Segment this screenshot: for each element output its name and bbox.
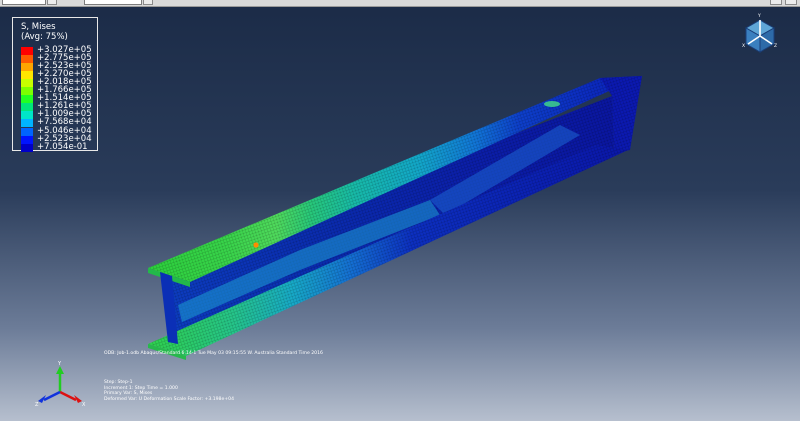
step-info: Step: Step-1 Increment 1: Step Time = 1.… bbox=[104, 380, 234, 402]
contour-legend: S, Mises (Avg: 75%) +3.027e+05 +2.775e+05… bbox=[12, 17, 98, 152]
view-cube-x-label: X bbox=[742, 44, 746, 49]
load-point-marker bbox=[544, 101, 560, 107]
triad-axes-icon bbox=[38, 366, 82, 403]
legend-swatch bbox=[21, 54, 33, 63]
legend-title: S, Mises bbox=[21, 22, 56, 32]
legend-swatch bbox=[21, 62, 33, 71]
max-stress-marker[interactable] bbox=[253, 242, 259, 248]
deformed-var-label: Deformed Var: U Deformation Scale Factor… bbox=[104, 396, 234, 402]
model-viewport[interactable]: S, Mises (Avg: 75%) +3.027e+05 +2.775e+05… bbox=[0, 0, 800, 421]
view-cube-z-label: Z bbox=[774, 44, 778, 49]
triad-z-label: Z bbox=[35, 402, 39, 408]
view-cube-y-label: Y bbox=[758, 14, 761, 19]
legend-swatch bbox=[21, 95, 33, 104]
odb-info: ODB: Job-1.odb Abaqus/Standard 6.14-1 Tu… bbox=[104, 351, 323, 356]
legend-subtitle: (Avg: 75%) bbox=[21, 32, 68, 42]
beam-contour-plot[interactable] bbox=[0, 0, 800, 421]
legend-swatch bbox=[21, 127, 33, 136]
triad-y-label: Y bbox=[58, 361, 62, 367]
legend-swatch bbox=[21, 87, 33, 95]
legend-swatch bbox=[21, 70, 33, 79]
legend-swatch bbox=[21, 46, 33, 55]
triad-x-label: X bbox=[82, 402, 86, 408]
coordinate-triad: Y X Z bbox=[30, 360, 90, 410]
view-cube[interactable]: Y X Z bbox=[740, 14, 780, 56]
legend-swatch bbox=[21, 103, 33, 112]
legend-swatch bbox=[21, 119, 33, 128]
legend-swatch bbox=[21, 143, 33, 152]
legend-swatch bbox=[21, 111, 33, 120]
legend-value: +7.054e-01 bbox=[37, 141, 88, 152]
legend-swatch bbox=[21, 135, 33, 144]
legend-swatch bbox=[21, 78, 33, 87]
